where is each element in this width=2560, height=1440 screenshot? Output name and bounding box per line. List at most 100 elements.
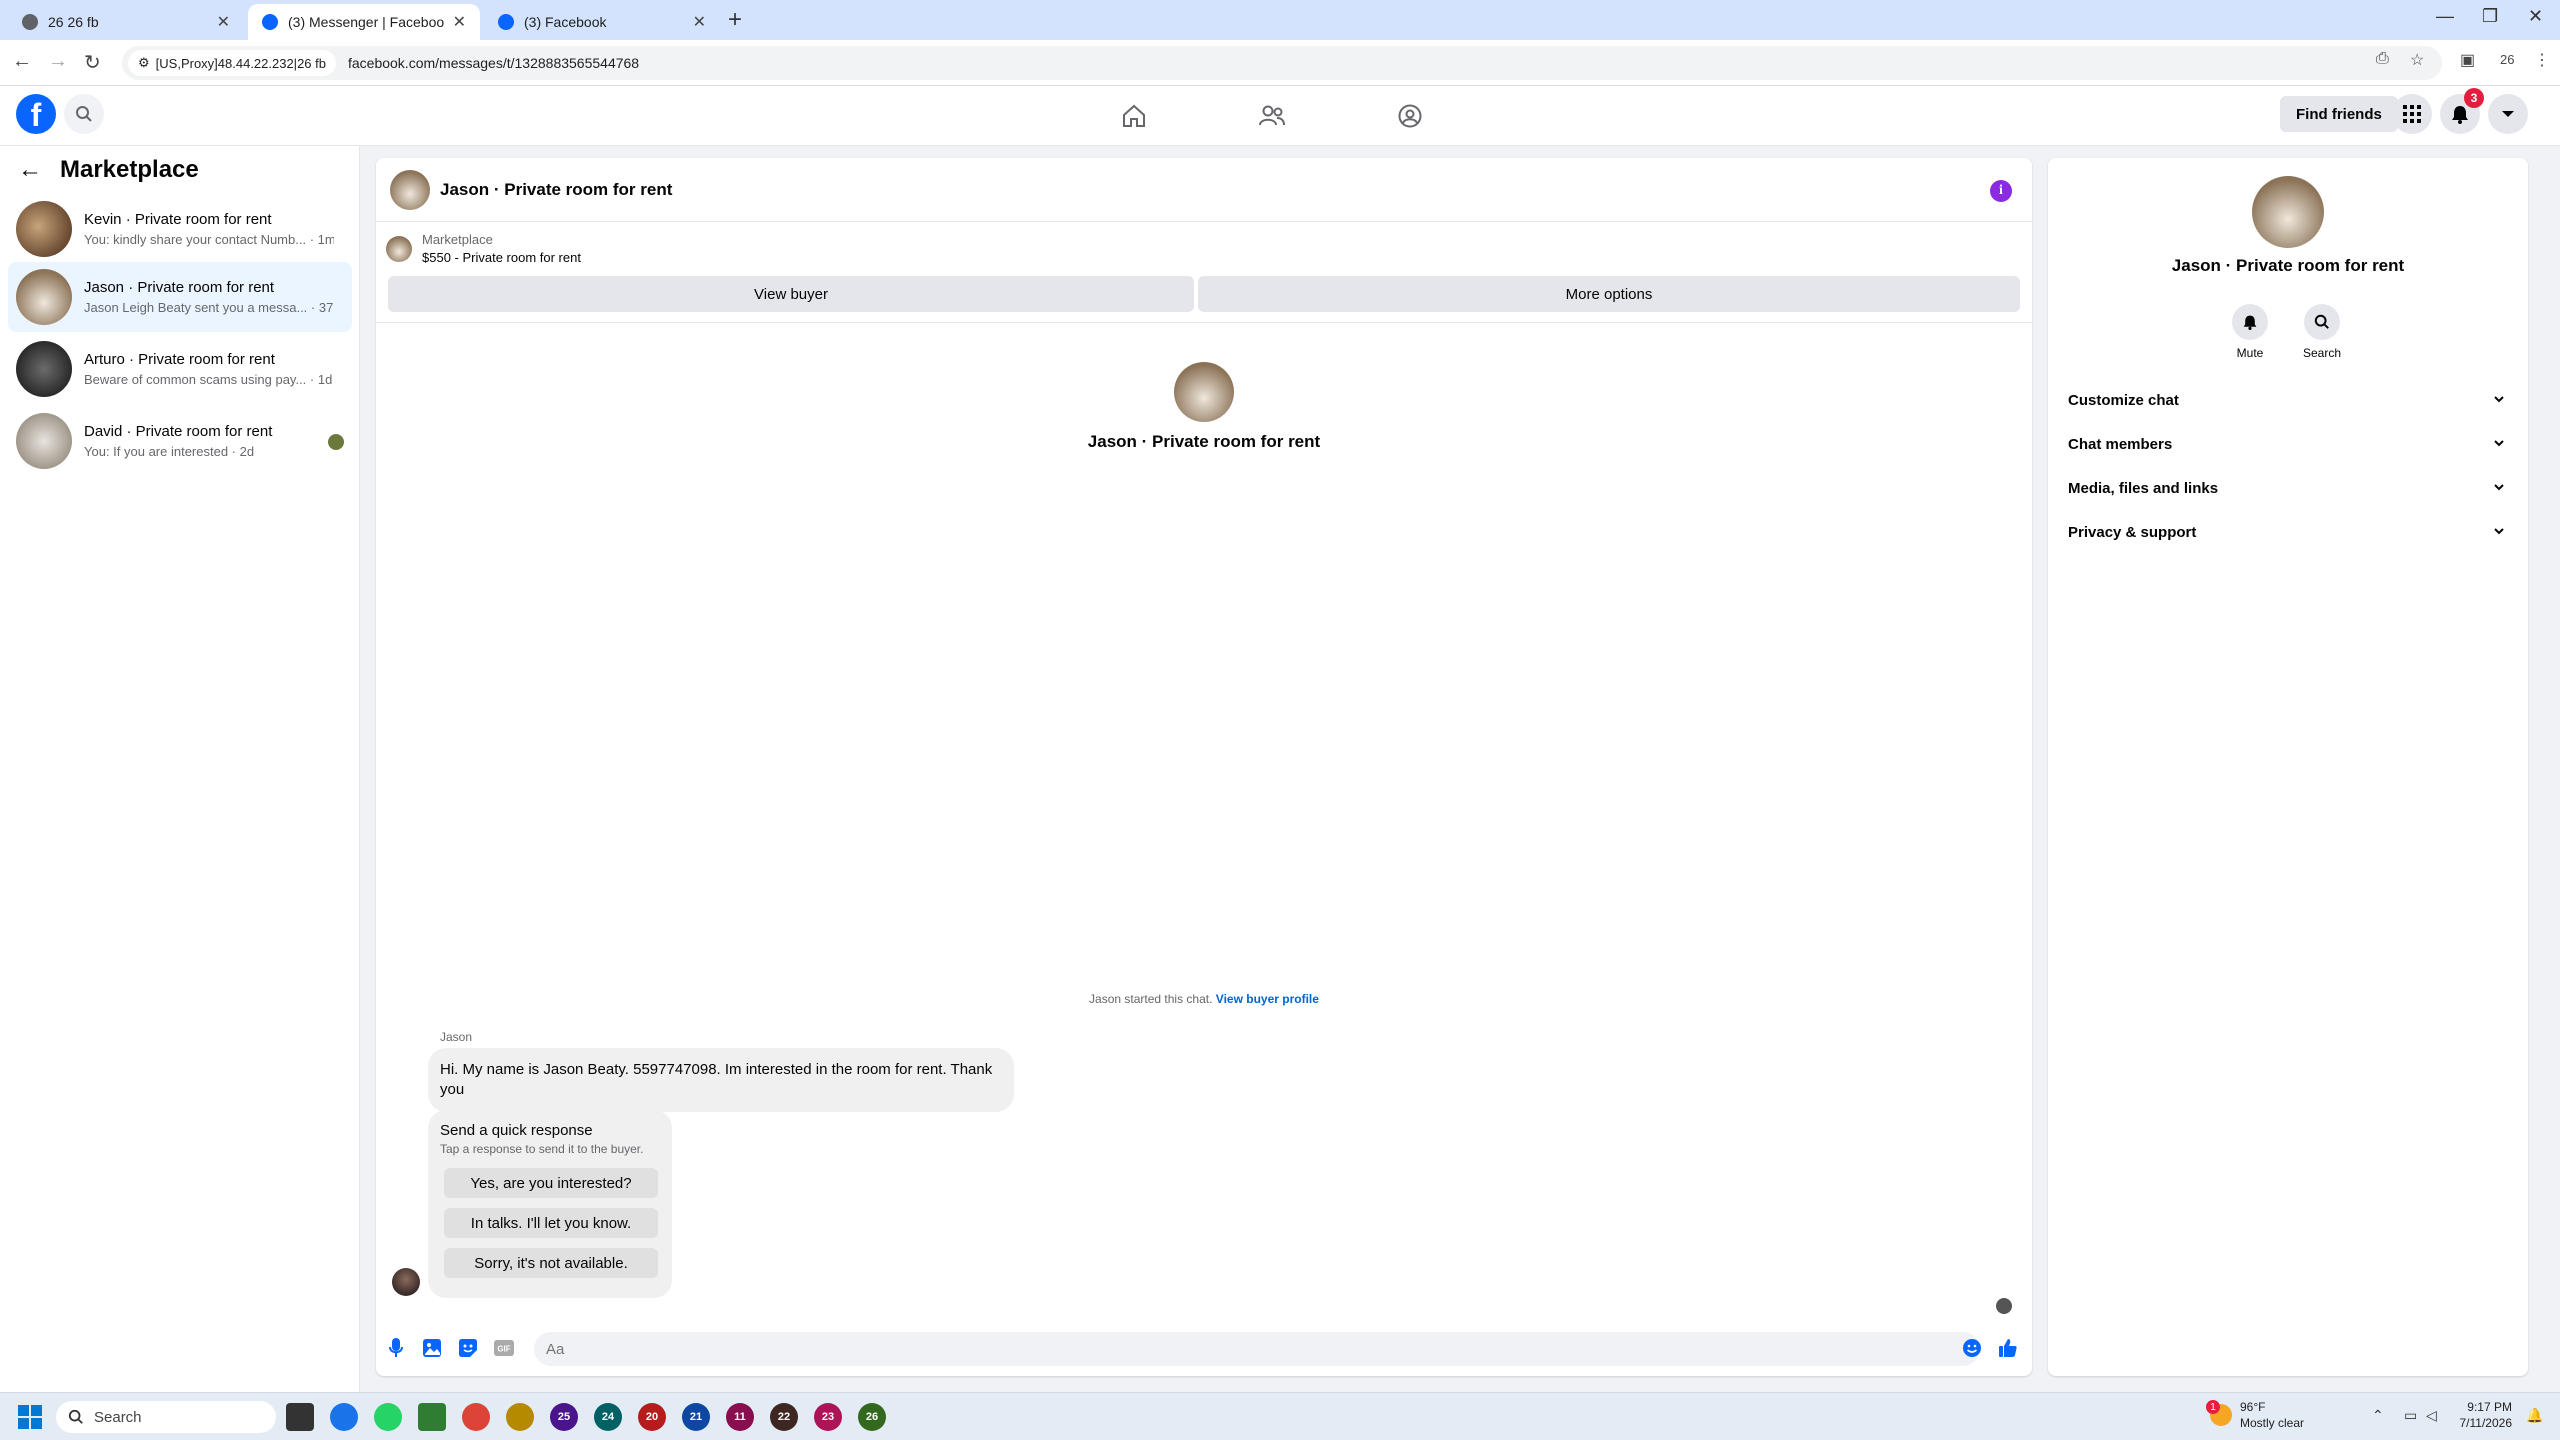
restore-icon[interactable]: ❐ bbox=[2482, 6, 2498, 27]
close-icon[interactable]: ✕ bbox=[453, 12, 466, 32]
groups-icon[interactable] bbox=[1390, 96, 1430, 136]
customize-chat-section[interactable]: Customize chat bbox=[2060, 380, 2516, 420]
url-text[interactable]: facebook.com/messages/t/1328883565544768 bbox=[348, 55, 639, 71]
avatar bbox=[16, 341, 72, 397]
conversation-info-panel: Jason · Private room for rent Mute Searc… bbox=[2048, 158, 2528, 1376]
back-arrow-icon[interactable]: ← bbox=[18, 156, 42, 184]
info-icon[interactable]: i bbox=[1990, 180, 2012, 202]
avatar[interactable] bbox=[2252, 176, 2324, 248]
profile-25-icon[interactable]: 25 bbox=[550, 1403, 578, 1431]
profile-20-icon[interactable]: 20 bbox=[638, 1403, 666, 1431]
menu-grid-icon[interactable] bbox=[2392, 94, 2432, 134]
conversation-item-jason[interactable]: Jason · Private room for rent Jason Leig… bbox=[8, 262, 352, 332]
globe-icon bbox=[22, 14, 38, 30]
seen-avatar bbox=[328, 434, 344, 450]
view-buyer-profile-link[interactable]: View buyer profile bbox=[1216, 992, 1319, 1006]
account-menu-icon[interactable] bbox=[2488, 94, 2528, 134]
site-info-chip[interactable]: ⚙ [US,Proxy]48.44.22.232|26 fb bbox=[128, 50, 336, 76]
privacy-support-section[interactable]: Privacy & support bbox=[2060, 512, 2516, 552]
browser-profile-icon[interactable] bbox=[462, 1403, 490, 1431]
avatar[interactable] bbox=[1174, 362, 1234, 422]
notification-bell-icon[interactable]: 🔔 bbox=[2526, 1407, 2543, 1424]
profile-21-icon[interactable]: 21 bbox=[682, 1403, 710, 1431]
conversation-title: Kevin · Private room for rent bbox=[84, 211, 272, 228]
volume-icon[interactable]: ◁ bbox=[2426, 1407, 2437, 1424]
forward-icon[interactable]: → bbox=[48, 50, 68, 73]
facebook-logo-icon[interactable]: f bbox=[16, 94, 56, 134]
spreadsheet-icon[interactable] bbox=[418, 1403, 446, 1431]
avatar bbox=[16, 269, 72, 325]
chat-members-section[interactable]: Chat members bbox=[2060, 424, 2516, 464]
marketplace-label: Marketplace bbox=[422, 232, 493, 247]
chat-title[interactable]: Jason · Private room for rent bbox=[440, 180, 672, 200]
chevron-down-icon bbox=[2494, 396, 2504, 403]
browser-tab-2[interactable]: (3) Messenger | Facebook ✕ bbox=[248, 4, 480, 40]
sidepanel-icon[interactable]: ▣ bbox=[2460, 50, 2475, 70]
search-in-conversation-button[interactable]: Search bbox=[2292, 304, 2352, 360]
section-label: Privacy & support bbox=[2068, 523, 2197, 541]
app-icon[interactable] bbox=[506, 1403, 534, 1431]
emoji-icon[interactable] bbox=[1960, 1336, 1984, 1360]
file-explorer-icon[interactable] bbox=[286, 1403, 314, 1431]
view-buyer-button[interactable]: View buyer bbox=[388, 276, 1194, 312]
thumbs-up-icon[interactable] bbox=[1996, 1336, 2020, 1360]
gif-icon[interactable]: GIF bbox=[492, 1336, 516, 1360]
omnibox[interactable]: ⚙ [US,Proxy]48.44.22.232|26 fb facebook.… bbox=[122, 46, 2442, 80]
browser-tab-3[interactable]: (3) Facebook ✕ bbox=[484, 4, 720, 40]
quick-response-yes-button[interactable]: Yes, are you interested? bbox=[444, 1168, 658, 1198]
install-app-icon[interactable]: ⎙ bbox=[2376, 50, 2389, 68]
notifications-bell-icon[interactable]: 3 bbox=[2440, 88, 2484, 134]
window-close-icon[interactable]: ✕ bbox=[2528, 6, 2543, 27]
browser-tab-1[interactable]: 26 26 fb ✕ bbox=[8, 4, 244, 40]
system-clock[interactable]: 9:17 PM 7/11/2026 bbox=[2440, 1399, 2513, 1431]
weather-widget[interactable]: 1 96°F Mostly clear bbox=[2206, 1399, 2304, 1431]
new-tab-icon[interactable]: + bbox=[728, 6, 742, 34]
close-icon[interactable]: ✕ bbox=[693, 12, 706, 32]
profile-23-icon[interactable]: 23 bbox=[814, 1403, 842, 1431]
quick-response-not-available-button[interactable]: Sorry, it's not available. bbox=[444, 1248, 658, 1278]
whatsapp-icon[interactable] bbox=[374, 1403, 402, 1431]
profile-label[interactable]: 26 bbox=[2500, 52, 2514, 67]
find-friends-button[interactable]: Find friends bbox=[2280, 96, 2398, 132]
photo-icon[interactable] bbox=[420, 1336, 444, 1360]
profile-24-icon[interactable]: 24 bbox=[594, 1403, 622, 1431]
close-icon[interactable]: ✕ bbox=[217, 12, 230, 32]
back-icon[interactable]: ← bbox=[12, 50, 32, 73]
chat-started-notice: Jason started this chat. View buyer prof… bbox=[376, 992, 2032, 1006]
conversation-item-arturo[interactable]: Arturo · Private room for rent Beware of… bbox=[8, 334, 352, 404]
message-input[interactable] bbox=[534, 1332, 1980, 1366]
mute-label: Mute bbox=[2236, 346, 2264, 360]
message-bubble[interactable]: Hi. My name is Jason Beaty. 5597747098. … bbox=[428, 1048, 1014, 1112]
conversation-item-kevin[interactable]: Kevin · Private room for rent You: kindl… bbox=[8, 194, 352, 264]
avatar[interactable] bbox=[390, 169, 430, 210]
microphone-icon[interactable] bbox=[384, 1336, 408, 1360]
search-icon bbox=[2304, 304, 2340, 340]
sticker-icon[interactable] bbox=[456, 1336, 480, 1360]
profile-26-icon[interactable]: 26 bbox=[858, 1403, 886, 1431]
windows-start-icon[interactable] bbox=[18, 1405, 42, 1429]
search-icon[interactable] bbox=[64, 94, 104, 134]
minimize-icon[interactable]: — bbox=[2436, 6, 2454, 27]
bookmark-star-icon[interactable]: ☆ bbox=[2410, 50, 2424, 70]
tab-title: 26 26 fb bbox=[48, 14, 99, 30]
tab-title: (3) Messenger | Facebook bbox=[288, 14, 445, 30]
mute-button[interactable]: Mute bbox=[2220, 304, 2280, 360]
kebab-menu-icon[interactable]: ⋮ bbox=[2534, 50, 2550, 70]
tray-chevron-up-icon[interactable]: ⌃ bbox=[2372, 1407, 2384, 1424]
taskbar-search[interactable]: Search bbox=[56, 1401, 276, 1433]
conversation-item-david[interactable]: David · Private room for rent You: If yo… bbox=[8, 406, 352, 476]
network-icon[interactable]: ▭ bbox=[2404, 1407, 2417, 1424]
marketplace-listing-info[interactable]: Marketplace $550 - Private room for rent bbox=[386, 232, 581, 265]
reload-icon[interactable]: ↻ bbox=[84, 50, 101, 75]
more-options-button[interactable]: More options bbox=[1198, 276, 2020, 312]
sidebar-header: ← Marketplace bbox=[18, 156, 199, 184]
media-files-links-section[interactable]: Media, files and links bbox=[2060, 468, 2516, 508]
quick-response-in-talks-button[interactable]: In talks. I'll let you know. bbox=[444, 1208, 658, 1238]
conversation-title: Arturo · Private room for rent bbox=[84, 351, 275, 368]
conversation-preview: You: kindly share your contact Numb... ·… bbox=[84, 232, 334, 247]
profile-11-icon[interactable]: 11 bbox=[726, 1403, 754, 1431]
profile-22-icon[interactable]: 22 bbox=[770, 1403, 798, 1431]
home-icon[interactable] bbox=[1114, 96, 1154, 136]
chrome-icon[interactable] bbox=[330, 1403, 358, 1431]
friends-icon[interactable] bbox=[1252, 96, 1292, 136]
